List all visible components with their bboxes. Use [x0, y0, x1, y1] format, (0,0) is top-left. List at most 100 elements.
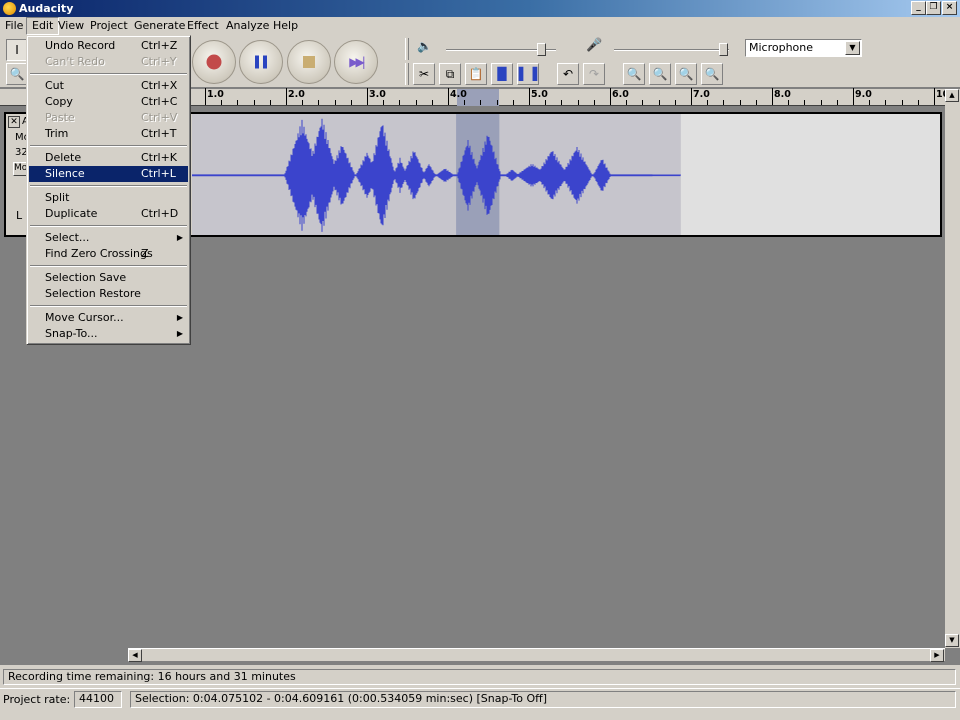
record-button[interactable]	[192, 40, 236, 84]
menu-item-selection-save[interactable]: Selection Save	[29, 270, 188, 286]
skip-end-button[interactable]: ▶▶|	[334, 40, 378, 84]
menu-view[interactable]: View	[53, 17, 89, 35]
pause-button[interactable]	[239, 40, 283, 84]
menu-item-can-t-redo[interactable]: Can't Redo Ctrl+Y	[29, 54, 188, 70]
ruler-minor-tick	[318, 100, 320, 105]
menu-item-undo-record[interactable]: Undo Record Ctrl+Z	[29, 38, 188, 54]
redo-icon: ↷	[588, 67, 600, 81]
menu-help[interactable]: Help	[268, 17, 303, 35]
menu-separator	[30, 145, 187, 147]
copy-icon: ⧉	[445, 67, 455, 81]
selection-status-bar: Project rate: 44100 Selection: 0:04.0751…	[0, 688, 960, 720]
fit-selection-button[interactable]: 🔍	[675, 63, 697, 85]
undo-button[interactable]: ↶	[557, 63, 579, 85]
silence-button[interactable]: ▌▐	[517, 63, 539, 85]
input-source-select[interactable]: Microphone ▼	[745, 39, 862, 57]
toolbar-grip[interactable]	[405, 63, 409, 85]
menu-item-cut[interactable]: Cut Ctrl+X	[29, 78, 188, 94]
menu-item-selection-restore[interactable]: Selection Restore	[29, 286, 188, 302]
menu-analyze[interactable]: Analyze	[221, 17, 274, 35]
menu-item-snap-to[interactable]: Snap-To... ▶	[29, 326, 188, 342]
menu-item-trim[interactable]: Trim Ctrl+T	[29, 126, 188, 142]
scroll-up-icon[interactable]: ▲	[945, 89, 959, 102]
menu-separator	[30, 73, 187, 75]
zoom-tool-button[interactable]: 🔍	[6, 63, 28, 85]
minimize-button[interactable]: _	[911, 1, 926, 15]
menu-item-label: Snap-To...	[45, 327, 98, 340]
menu-item-copy[interactable]: Copy Ctrl+C	[29, 94, 188, 110]
menu-item-duplicate[interactable]: Duplicate Ctrl+D	[29, 206, 188, 222]
selection-tool-button[interactable]: I	[6, 39, 28, 61]
ruler-minor-tick	[836, 100, 838, 105]
zoom-out-button[interactable]: 🔍	[649, 63, 671, 85]
ruler-minor-tick	[496, 100, 498, 105]
ruler-tick-label: 6.0	[612, 89, 629, 100]
scroll-left-icon[interactable]: ◀	[128, 649, 142, 662]
ruler-minor-tick	[642, 100, 644, 105]
scroll-right-icon[interactable]: ▶	[930, 649, 944, 662]
trim-button[interactable]: ▐▌	[491, 63, 513, 85]
skip-end-icon: ▶▶|	[349, 55, 365, 69]
input-volume-slider[interactable]	[614, 49, 729, 51]
menu-item-move-cursor[interactable]: Move Cursor... ▶	[29, 310, 188, 326]
ruler-minor-tick	[869, 100, 871, 105]
ruler-major-tick	[529, 88, 530, 105]
menu-item-label: Duplicate	[45, 207, 98, 220]
audacity-logo-icon	[3, 2, 16, 15]
menu-item-shortcut: Ctrl+K	[141, 151, 178, 164]
menu-item-paste[interactable]: Paste Ctrl+V	[29, 110, 188, 126]
menu-item-find-zero-crossings[interactable]: Find Zero Crossings Z	[29, 246, 188, 262]
input-source-value: Microphone	[749, 41, 814, 54]
ruler-tick-label: 7.0	[693, 89, 710, 100]
menu-item-split[interactable]: Split	[29, 190, 188, 206]
ruler-minor-tick	[431, 100, 433, 105]
scroll-down-icon[interactable]: ▼	[945, 634, 959, 647]
menu-item-label: Copy	[45, 95, 73, 108]
toolbar-grip[interactable]	[405, 38, 409, 60]
redo-button[interactable]: ↷	[583, 63, 605, 85]
title-bar: Audacity _ ❐ ×	[0, 0, 960, 17]
menu-item-label: Can't Redo	[45, 55, 105, 68]
track-collapse-icon[interactable]: L	[16, 209, 22, 222]
ruler-minor-tick	[577, 100, 579, 105]
menu-file[interactable]: File	[0, 17, 28, 35]
paste-button[interactable]: 📋	[465, 63, 487, 85]
menu-item-label: Trim	[45, 127, 69, 140]
undo-icon: ↶	[562, 67, 574, 81]
copy-button[interactable]: ⧉	[439, 63, 461, 85]
zoom-in-button[interactable]: 🔍	[623, 63, 645, 85]
menu-item-delete[interactable]: Delete Ctrl+K	[29, 150, 188, 166]
fit-project-icon: 🔍	[704, 67, 720, 81]
chevron-down-icon[interactable]: ▼	[845, 41, 860, 55]
menu-item-select[interactable]: Select... ▶	[29, 230, 188, 246]
ruler-major-tick	[205, 88, 206, 105]
menu-separator	[30, 265, 187, 267]
cut-button[interactable]: ✂	[413, 63, 435, 85]
ruler-major-tick	[772, 88, 773, 105]
recording-time-remaining: Recording time remaining: 16 hours and 3…	[3, 669, 956, 685]
menu-effect[interactable]: Effect	[182, 17, 224, 35]
fit-project-button[interactable]: 🔍	[701, 63, 723, 85]
menu-project[interactable]: Project	[85, 17, 133, 35]
menu-item-label: Selection Restore	[45, 287, 141, 300]
ruler-minor-tick	[755, 100, 757, 105]
input-volume-thumb[interactable]	[719, 43, 728, 56]
vertical-scrollbar[interactable]: ▲ ▼	[945, 89, 960, 648]
ruler-minor-tick	[788, 100, 790, 105]
stop-button[interactable]	[287, 40, 331, 84]
horizontal-scrollbar[interactable]: ◀ ▶	[128, 648, 945, 662]
close-button[interactable]: ×	[942, 1, 957, 15]
paste-icon: 📋	[468, 67, 484, 81]
menu-item-label: Delete	[45, 151, 82, 164]
output-volume-thumb[interactable]	[537, 43, 546, 56]
menu-item-silence[interactable]: Silence Ctrl+L	[29, 166, 188, 182]
ruler-minor-tick	[901, 100, 903, 105]
ruler-tick-label: 5.0	[531, 89, 548, 100]
restore-button[interactable]: ❐	[926, 1, 941, 15]
microphone-icon: 🎤	[586, 38, 603, 53]
track-close-icon[interactable]: ✕	[8, 116, 20, 128]
menu-item-label: Undo Record	[45, 39, 116, 52]
waveform-display[interactable]	[192, 114, 940, 235]
project-rate-field[interactable]: 44100	[74, 691, 122, 708]
submenu-arrow-icon: ▶	[176, 233, 183, 242]
